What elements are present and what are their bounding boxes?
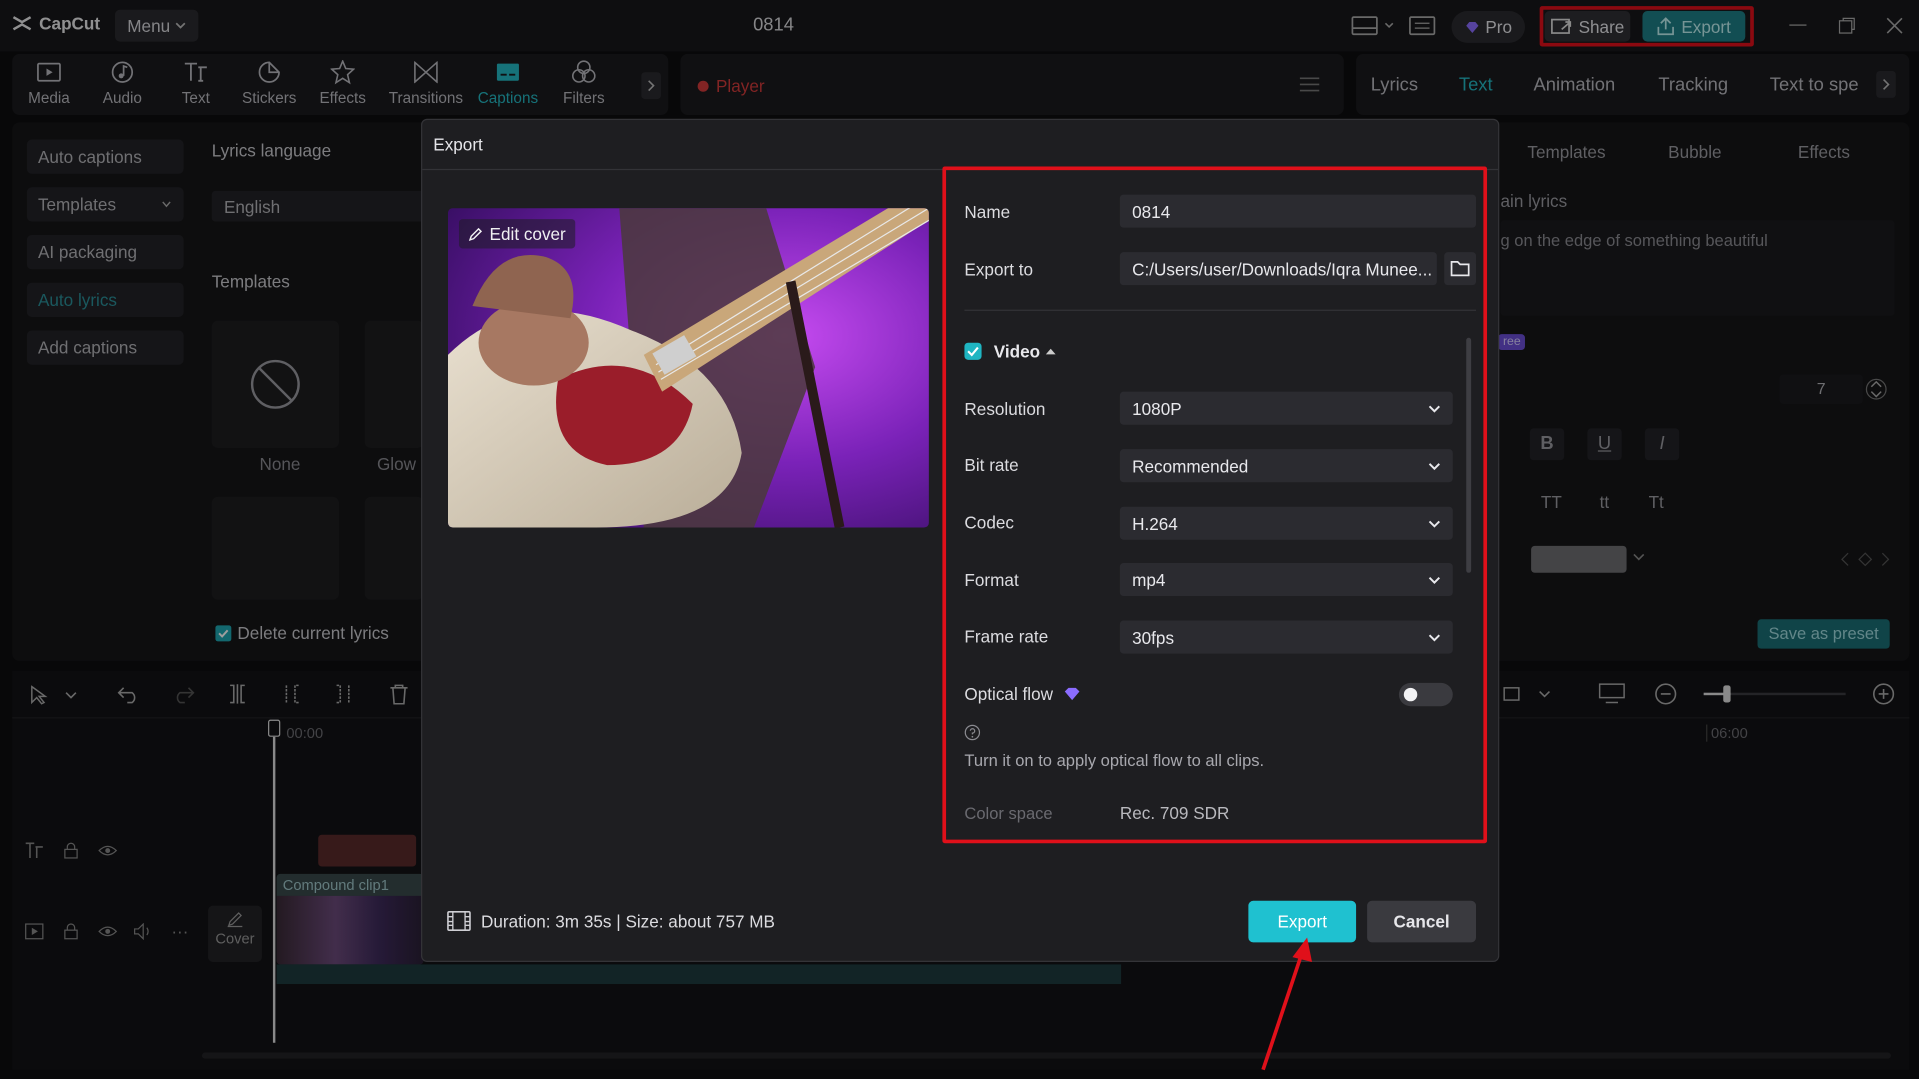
edit-cover-label: Edit cover (490, 224, 566, 244)
format-select[interactable]: mp4 (1120, 563, 1453, 596)
optical-flow-toggle[interactable] (1399, 683, 1453, 706)
color-space-label: Color space (964, 804, 1052, 822)
export-dialog: Export (421, 119, 1499, 962)
format-label: Format (964, 570, 1018, 590)
resolution-value: 1080P (1132, 398, 1182, 418)
pencil-icon (469, 226, 484, 241)
help-icon[interactable] (964, 725, 980, 741)
check-icon (964, 343, 981, 360)
guitar-cover-image (448, 208, 929, 527)
framerate-label: Frame rate (964, 627, 1048, 647)
settings-scrollbar[interactable] (1466, 338, 1471, 573)
duration-info: Duration: 3m 35s | Size: about 757 MB (447, 911, 775, 932)
optical-flow-hint: Turn it on to apply optical flow to all … (964, 751, 1264, 769)
name-input[interactable]: 0814 (1120, 195, 1476, 228)
folder-icon (1450, 261, 1470, 277)
color-space-value: Rec. 709 SDR (1120, 803, 1230, 823)
video-section-label[interactable]: Video (994, 341, 1040, 361)
chevron-up-icon[interactable] (1045, 348, 1056, 355)
chevron-down-icon (1428, 573, 1440, 585)
cover-preview: Edit cover (448, 208, 929, 527)
chevron-down-icon (1428, 517, 1440, 529)
film-icon (447, 911, 471, 932)
video-checkbox[interactable] (964, 343, 981, 360)
chevron-down-icon (1428, 460, 1440, 472)
export-path-input[interactable]: C:/Users/user/Downloads/Iqra Munee... (1120, 252, 1437, 285)
name-label: Name (964, 202, 1010, 222)
browse-folder-button[interactable] (1444, 252, 1476, 285)
export-to-label: Export to (964, 259, 1033, 279)
chevron-down-icon (1428, 631, 1440, 643)
framerate-select[interactable]: 30fps (1120, 621, 1453, 654)
dialog-title: Export (433, 135, 483, 155)
settings-divider (964, 310, 1476, 311)
duration-size-text: Duration: 3m 35s | Size: about 757 MB (481, 911, 775, 931)
edit-cover-button[interactable]: Edit cover (459, 219, 576, 248)
bitrate-label: Bit rate (964, 455, 1018, 475)
format-value: mp4 (1132, 570, 1165, 590)
bitrate-select[interactable]: Recommended (1120, 449, 1453, 482)
codec-value: H.264 (1132, 513, 1178, 533)
chevron-down-icon (1428, 402, 1440, 414)
capcut-window: CapCut Menu 0814 Pro Share Export (0, 0, 1919, 1079)
red-arrow-annotation (1248, 935, 1321, 1079)
codec-select[interactable]: H.264 (1120, 507, 1453, 540)
codec-label: Codec (964, 513, 1014, 533)
framerate-value: 30fps (1132, 627, 1174, 647)
toggle-knob (1404, 688, 1417, 701)
resolution-label: Resolution (964, 399, 1045, 419)
resolution-select[interactable]: 1080P (1120, 392, 1453, 425)
optical-flow-label: Optical flow (964, 684, 1053, 704)
pro-diamond-icon (1064, 687, 1081, 702)
cancel-button[interactable]: Cancel (1367, 901, 1476, 943)
bitrate-value: Recommended (1132, 456, 1248, 476)
